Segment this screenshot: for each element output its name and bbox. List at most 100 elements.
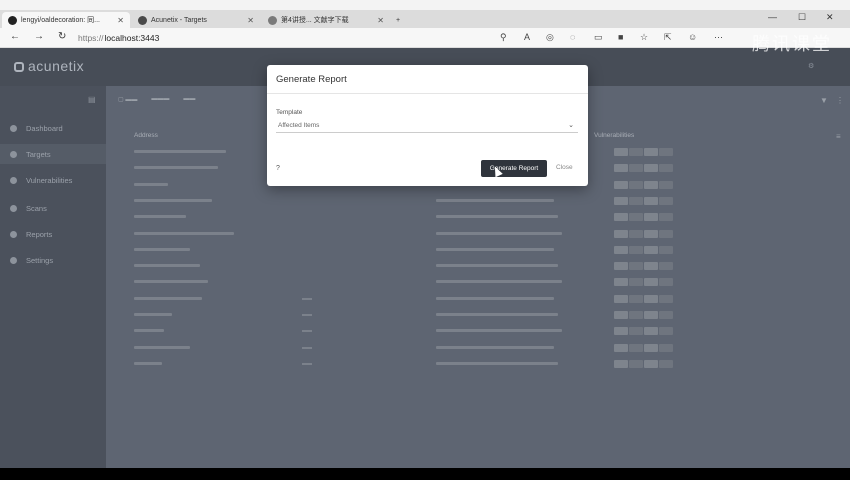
app-logo: acunetix [14,58,84,74]
acunetix-icon [138,15,147,25]
severity-badge [644,229,658,238]
severity-badge [644,359,658,368]
severity-badge [659,164,673,173]
sidebar-item-reports[interactable]: Reports [0,224,106,244]
severity-badge [629,311,643,319]
row-address-placeholder [134,247,190,251]
table-row[interactable] [126,243,673,259]
severity-badge [629,327,643,336]
vulnerability-counts [614,262,673,271]
row-address-placeholder [134,329,164,333]
column-header-vulnerabilities[interactable]: Vulnerabilities [594,132,634,139]
profile-icon[interactable]: ☺ [688,32,697,42]
severity-badge [629,262,643,271]
dashboard-icon [10,124,17,132]
dialog-title: Generate Report [276,74,347,85]
severity-badge [614,262,628,271]
row-address-placeholder [134,313,172,316]
severity-badge [614,359,628,368]
extension-icon[interactable]: ◌ [570,32,575,42]
severity-badge [614,278,628,287]
search-icon[interactable]: ⚲ [500,32,507,43]
maximize-button[interactable]: ☐ [798,12,806,23]
severity-badge [644,311,658,319]
help-icon[interactable]: ? [276,165,280,172]
gear-icon[interactable]: ⚙ [808,62,814,70]
divider [267,93,588,94]
sidebar-item-settings[interactable]: Settings [0,250,106,270]
sidebar-item-label: Dashboard [26,123,63,133]
severity-badge [644,294,658,303]
sidebar-item-label: Targets [26,149,51,159]
sidebar-item-targets[interactable]: Targets [0,144,106,164]
close-icon[interactable]: ✕ [117,16,124,25]
severity-badge [644,164,658,173]
template-select[interactable]: Affected Items ⌄ [276,119,578,133]
table-row[interactable] [126,275,673,291]
github-icon [8,15,17,25]
row-address-placeholder [134,182,168,186]
toolbar-button[interactable]: ▢ ▬▬ [118,96,137,108]
url-scheme: https:// [78,32,104,43]
vulnerability-counts [614,196,673,205]
severity-badge [644,278,658,287]
tab-bar: lengyi/oaldecoration: 同... ✕ Acunetix - … [0,10,850,28]
severity-badge [614,180,628,189]
share-icon[interactable]: ⇱ [664,32,672,43]
new-tab-button[interactable]: + [390,12,406,28]
row-description-placeholder [302,346,312,349]
tab-acunetix[interactable]: Acunetix - Targets ✕ [132,12,260,28]
table-row[interactable] [126,308,673,324]
targets-toolbar: ▢ ▬▬ ▬▬▬ ▬▬ [118,96,195,108]
severity-badge [614,148,628,156]
row-scan-placeholder [436,345,554,349]
toolbar-button[interactable]: ▬▬▬ [151,96,169,108]
extension-icon[interactable]: ■ [618,32,623,42]
close-button[interactable]: Close [556,164,573,171]
settings-icon[interactable]: ⋯ [714,32,723,43]
row-scan-placeholder [436,264,558,268]
tab-doc[interactable]: 第4讲授... 文献字下载 ✕ [262,12,390,28]
table-row[interactable] [126,227,673,243]
url-field[interactable]: https:// localhost:3443 [78,30,498,45]
close-icon[interactable]: ✕ [247,16,254,25]
generate-report-dialog: Generate Report Template Affected Items … [267,65,588,186]
sidebar-item-dashboard[interactable]: Dashboard [0,118,106,138]
tab-label: lengyi/oaldecoration: 同... [21,17,100,24]
vulnerability-counts [614,311,673,319]
close-window-button[interactable]: ✕ [826,12,834,23]
table-row[interactable] [126,259,673,275]
severity-badge [659,343,673,352]
row-address-placeholder [134,198,212,202]
row-scan-placeholder [436,329,562,333]
back-icon[interactable]: ← [10,31,20,42]
gear-icon [10,256,17,264]
template-value: Affected Items [278,122,320,129]
columns-icon[interactable]: ≡ [836,132,841,141]
favorites-icon[interactable]: ☆ [640,32,648,43]
read-aloud-icon[interactable]: A [524,32,530,42]
table-row[interactable] [126,357,673,373]
row-address-placeholder [134,231,234,235]
address-bar: ← → ↻ https:// localhost:3443 ⚲ A ◎ ◌ ▭ … [0,28,850,48]
close-icon[interactable]: ✕ [377,16,384,25]
toolbar-button[interactable]: ▬▬ [183,96,195,108]
forward-icon[interactable]: → [34,31,44,42]
menu-collapse-icon[interactable]: ▤ [88,95,96,104]
collections-icon[interactable]: ▭ [594,32,603,43]
chevron-down-icon: ⌄ [568,122,574,129]
table-row[interactable] [126,324,673,340]
table-row[interactable] [126,341,673,357]
filter-icon[interactable]: ▼ [820,96,828,105]
sidebar-item-vulnerabilities[interactable]: Vulnerabilities [0,170,106,190]
table-row[interactable] [126,292,673,308]
table-row[interactable] [126,194,673,210]
table-row[interactable] [126,210,673,226]
extension-icon[interactable]: ◎ [546,32,554,43]
more-icon[interactable]: ⋮ [836,96,844,105]
tab-github[interactable]: lengyi/oaldecoration: 同... ✕ [2,12,130,28]
minimize-button[interactable]: — [768,12,777,22]
refresh-icon[interactable]: ↻ [58,31,66,42]
column-header-address[interactable]: Address [134,132,158,139]
sidebar-item-scans[interactable]: Scans [0,198,106,218]
